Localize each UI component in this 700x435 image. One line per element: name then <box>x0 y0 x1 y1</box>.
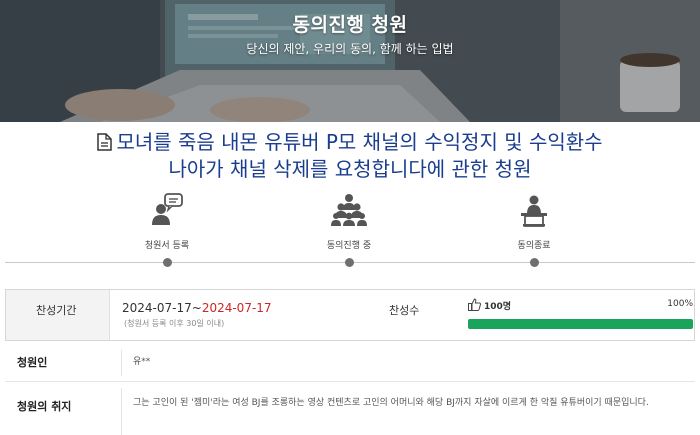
podium-icon <box>521 195 547 227</box>
step-dot-registration <box>162 258 172 267</box>
agreement-count-box: 100명 100% <box>468 298 693 329</box>
date-start: 2024-07-17 <box>122 301 192 315</box>
document-icon <box>97 133 113 151</box>
purpose-text: 그는 고인이 된 '젬미'라는 여성 BJ를 조롱하는 영상 컨텐츠로 고인의 … <box>133 398 649 408</box>
step-label-agreement: 동의진행 중 <box>326 241 372 251</box>
petitioner-label: 청원인 <box>17 356 48 369</box>
date-separator: ~ <box>191 301 202 315</box>
period-label-cell: 찬성기간 <box>6 290 110 340</box>
petition-progress-steps: 청원서 등록 동의진행 중 동의종료 <box>0 192 700 272</box>
agreement-count-header: 100명 100% <box>468 298 693 312</box>
petitioner-row: 청원인 유** <box>5 344 695 382</box>
page-title: 동의진행 청원 <box>292 14 408 36</box>
petition-title-line-1: 모녀를 죽음 내몬 유튜버 P모 채널의 수익정지 및 수익환수 <box>0 129 700 156</box>
agreement-period-dates: 2024-07-17~2024-07-17 <box>122 301 272 315</box>
period-note: (청원서 등록 이후 30일 이내) <box>124 319 225 328</box>
petition-title: 모녀를 죽음 내몬 유튜버 P모 채널의 수익정지 및 수익환수 나아가 채널 … <box>0 129 700 183</box>
purpose-label: 청원의 취지 <box>17 400 72 413</box>
purpose-row: 청원의 취지 그는 고인이 된 '젬미'라는 여성 BJ를 조롱하는 영상 컨텐… <box>5 382 695 435</box>
step-agreement-closed: 동의종료 <box>479 192 589 267</box>
petition-register-icon <box>152 193 183 225</box>
agreement-group-icon <box>331 194 367 226</box>
petition-title-text-1: 모녀를 죽음 내몬 유튜버 P모 채널의 수익정지 및 수익환수 <box>116 130 603 154</box>
agreement-progress-fill <box>468 319 693 329</box>
step-registration: 청원서 등록 <box>112 192 222 267</box>
period-label: 찬성기간 <box>36 304 77 317</box>
agreement-count-value: 100명 <box>484 302 512 312</box>
step-label-registration: 청원서 등록 <box>144 241 190 251</box>
date-end: 2024-07-17 <box>201 301 272 315</box>
petition-title-line-2: 나아가 채널 삭제를 요청합니다에 관한 청원 <box>168 157 532 181</box>
agreement-percent: 100% <box>667 299 693 309</box>
step-label-closed: 동의종료 <box>517 241 551 251</box>
row-divider <box>121 350 122 376</box>
agreement-progress-track <box>468 319 693 329</box>
step-dot-closed <box>529 258 539 267</box>
hero-banner: 동의진행 청원 당신의 제안, 우리의 동의, 함께 하는 입법 <box>0 0 700 122</box>
petitioner-value: 유** <box>133 357 151 367</box>
thumbs-up-icon <box>468 298 481 311</box>
step-agreement-in-progress: 동의진행 중 <box>294 192 404 267</box>
agreement-count-label: 찬성수 <box>389 304 420 317</box>
page-subtitle: 당신의 제안, 우리의 동의, 함께 하는 입법 <box>246 42 454 56</box>
row-divider <box>121 388 122 435</box>
step-dot-agreement <box>344 258 354 267</box>
petition-info-box: 찬성기간 2024-07-17~2024-07-17 (청원서 등록 이후 30… <box>5 289 695 341</box>
